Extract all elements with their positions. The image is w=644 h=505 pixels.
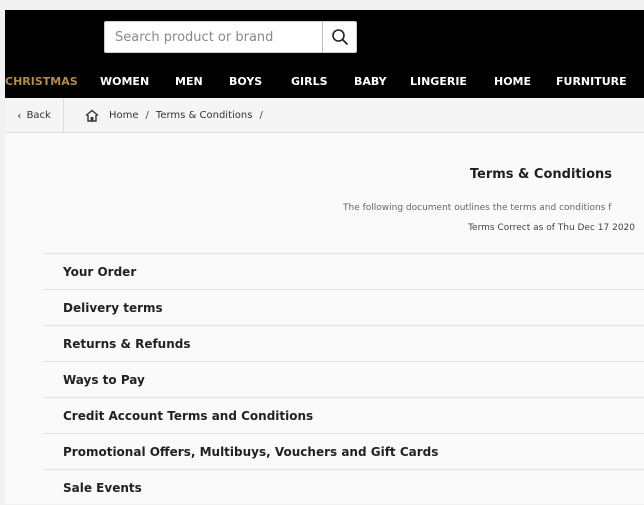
nav-item-women[interactable]: WOMEN — [100, 75, 149, 88]
section-ways-to-pay[interactable]: Ways to Pay — [43, 361, 644, 397]
breadcrumb-current: Terms & Conditions — [155, 109, 253, 121]
back-label: Back — [26, 109, 51, 121]
search-button[interactable] — [322, 22, 356, 52]
intro-text: The following document outlines the term… — [343, 203, 612, 213]
search-input[interactable] — [105, 22, 324, 52]
section-promotional-offers[interactable]: Promotional Offers, Multibuys, Vouchers … — [43, 433, 644, 469]
breadcrumb-separator: / — [145, 109, 149, 121]
main-content: Terms & Conditions The following documen… — [5, 133, 644, 504]
section-sale-events[interactable]: Sale Events — [43, 469, 644, 505]
home-icon[interactable] — [85, 109, 99, 122]
header-bar: CHRISTMAS WOMEN MEN BOYS GIRLS BABY LING… — [5, 10, 644, 98]
nav-item-lingerie[interactable]: LINGERIE — [410, 75, 467, 88]
breadcrumb-bar: ‹ Back Home / Terms & Conditions / — [5, 98, 644, 133]
nav-item-furniture[interactable]: FURNITURE — [556, 75, 627, 88]
main-nav: CHRISTMAS WOMEN MEN BOYS GIRLS BABY LING… — [5, 69, 644, 95]
breadcrumb: Home / Terms & Conditions / — [85, 98, 270, 132]
nav-item-baby[interactable]: BABY — [354, 75, 387, 88]
nav-item-boys[interactable]: BOYS — [229, 75, 262, 88]
page-title: Terms & Conditions — [469, 167, 612, 182]
section-your-order[interactable]: Your Order — [43, 253, 644, 289]
search-icon — [331, 29, 348, 45]
nav-item-men[interactable]: MEN — [175, 75, 203, 88]
nav-item-home[interactable]: HOME — [494, 75, 531, 88]
section-delivery-terms[interactable]: Delivery terms — [43, 289, 644, 325]
nav-item-christmas[interactable]: CHRISTMAS — [5, 75, 78, 88]
search-box — [104, 21, 357, 53]
terms-sections: Your Order Delivery terms Returns & Refu… — [43, 253, 644, 505]
back-button[interactable]: ‹ Back — [5, 98, 64, 132]
section-credit-account[interactable]: Credit Account Terms and Conditions — [43, 397, 644, 433]
breadcrumb-home[interactable]: Home — [109, 110, 139, 121]
terms-date: Terms Correct as of Thu Dec 17 2020 — [468, 223, 635, 233]
chevron-left-icon: ‹ — [17, 108, 22, 122]
section-returns-refunds[interactable]: Returns & Refunds — [43, 325, 644, 361]
nav-item-girls[interactable]: GIRLS — [291, 75, 328, 88]
breadcrumb-separator: / — [259, 109, 263, 121]
